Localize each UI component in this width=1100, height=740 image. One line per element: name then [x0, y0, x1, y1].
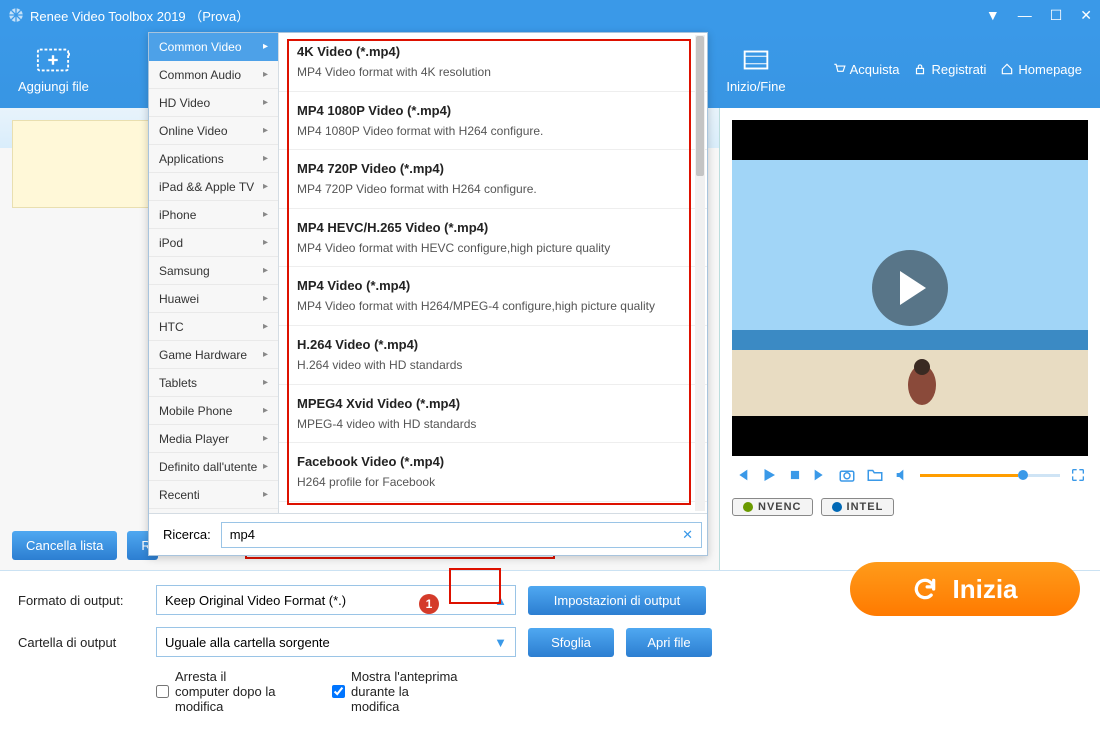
- volume-slider[interactable]: [920, 474, 1060, 477]
- play-icon[interactable]: [760, 466, 778, 484]
- clear-search-icon[interactable]: ✕: [682, 527, 693, 543]
- browse-button[interactable]: Sfoglia: [528, 628, 614, 657]
- output-folder-select[interactable]: Uguale alla cartella sorgente▼: [156, 627, 516, 657]
- format-item[interactable]: H.264 Video (*.mp4)H.264 video with HD s…: [279, 326, 707, 385]
- app-title: Renee Video Toolbox 2019 （Prova）: [30, 6, 249, 25]
- title-bar: Renee Video Toolbox 2019 （Prova） ▼ — ☐ ✕: [0, 0, 1100, 30]
- format-item[interactable]: MP4 HEVC/H.265 Video (*.mp4)MP4 Video fo…: [279, 209, 707, 268]
- intel-badge: INTEL: [821, 498, 895, 516]
- camera-icon[interactable]: [838, 466, 856, 484]
- format-item[interactable]: MP4 Video (*.mp4)MP4 Video format with H…: [279, 267, 707, 326]
- category-item[interactable]: Mobile Phone▸: [149, 397, 278, 425]
- chevron-up-icon: ▲: [494, 593, 507, 608]
- category-item[interactable]: Common Video▸: [149, 33, 278, 61]
- format-item[interactable]: 4K Video (*.mp4)MP4 Video format with 4K…: [279, 33, 707, 92]
- prev-icon[interactable]: [734, 467, 750, 483]
- category-item[interactable]: iPhone▸: [149, 201, 278, 229]
- category-item[interactable]: Online Video▸: [149, 117, 278, 145]
- preview-checkbox[interactable]: Mostra l'anteprima durante la modifica: [332, 669, 458, 714]
- format-item[interactable]: Facebook Video (*.mp4)H264 profile for F…: [279, 443, 707, 502]
- output-format-select[interactable]: Keep Original Video Format (*.)▲: [156, 585, 516, 615]
- dropdown-icon[interactable]: ▼: [986, 7, 1000, 24]
- category-item[interactable]: HD Video▸: [149, 89, 278, 117]
- minimize-icon[interactable]: —: [1018, 7, 1032, 24]
- preview-pane: NVENC INTEL: [720, 108, 1100, 570]
- cart-icon: [832, 62, 846, 76]
- chevron-down-icon: ▼: [494, 635, 507, 650]
- close-icon[interactable]: ✕: [1080, 7, 1092, 24]
- home-icon: [1000, 62, 1014, 76]
- search-row: Ricerca: ✕: [149, 513, 707, 555]
- homepage-link[interactable]: Homepage: [1000, 62, 1082, 77]
- format-popup: Common Video▸Common Audio▸HD Video▸Onlin…: [148, 32, 708, 556]
- maximize-icon[interactable]: ☐: [1050, 7, 1063, 24]
- folder-icon[interactable]: [866, 466, 884, 484]
- category-item[interactable]: Huawei▸: [149, 285, 278, 313]
- format-list: 4K Video (*.mp4)MP4 Video format with 4K…: [279, 33, 707, 513]
- format-item[interactable]: MP4 1080P Video (*.mp4)MP4 1080P Video f…: [279, 92, 707, 151]
- refresh-icon: [912, 576, 938, 602]
- category-item[interactable]: Media Player▸: [149, 425, 278, 453]
- app-logo-icon: [8, 7, 24, 23]
- start-end-button[interactable]: Inizio/Fine: [726, 45, 785, 94]
- category-item[interactable]: Tablets▸: [149, 369, 278, 397]
- output-folder-label: Cartella di output: [18, 635, 144, 650]
- clear-list-button[interactable]: Cancella lista: [12, 531, 117, 560]
- volume-icon[interactable]: [894, 467, 910, 483]
- next-icon[interactable]: [812, 467, 828, 483]
- lock-icon: [913, 62, 927, 76]
- open-file-button[interactable]: Apri file: [626, 628, 712, 657]
- category-item[interactable]: iPod▸: [149, 229, 278, 257]
- output-format-label: Formato di output:: [18, 593, 144, 608]
- scrollbar[interactable]: [695, 35, 705, 511]
- category-item[interactable]: Recenti▸: [149, 481, 278, 509]
- search-input[interactable]: [221, 522, 702, 548]
- fullscreen-icon[interactable]: [1070, 467, 1086, 483]
- add-file-button[interactable]: Aggiungi file: [18, 45, 89, 94]
- player-controls: [732, 456, 1088, 494]
- output-settings-button[interactable]: Impostazioni di output: [528, 586, 706, 615]
- shutdown-checkbox[interactable]: Arresta il computer dopo la modifica: [156, 669, 282, 714]
- start-button[interactable]: Inizia: [850, 562, 1080, 616]
- category-item[interactable]: Definito dall'utente▸: [149, 453, 278, 481]
- category-item[interactable]: HTC▸: [149, 313, 278, 341]
- category-item[interactable]: Common Audio▸: [149, 61, 278, 89]
- nvenc-badge: NVENC: [732, 498, 813, 516]
- category-item[interactable]: Game Hardware▸: [149, 341, 278, 369]
- buy-link[interactable]: Acquista: [832, 62, 900, 77]
- category-item[interactable]: Applications▸: [149, 145, 278, 173]
- play-button[interactable]: [872, 250, 948, 326]
- search-label: Ricerca:: [163, 527, 211, 542]
- stop-icon[interactable]: [788, 468, 802, 482]
- category-item[interactable]: iPad && Apple TV▸: [149, 173, 278, 201]
- register-link[interactable]: Registrati: [913, 62, 986, 77]
- format-item[interactable]: MP4 720P Video (*.mp4)MP4 720P Video for…: [279, 150, 707, 209]
- format-item[interactable]: MPEG4 Xvid Video (*.mp4)MPEG-4 video wit…: [279, 385, 707, 444]
- category-list: Common Video▸Common Audio▸HD Video▸Onlin…: [149, 33, 279, 513]
- category-item[interactable]: Samsung▸: [149, 257, 278, 285]
- video-preview: [732, 120, 1088, 456]
